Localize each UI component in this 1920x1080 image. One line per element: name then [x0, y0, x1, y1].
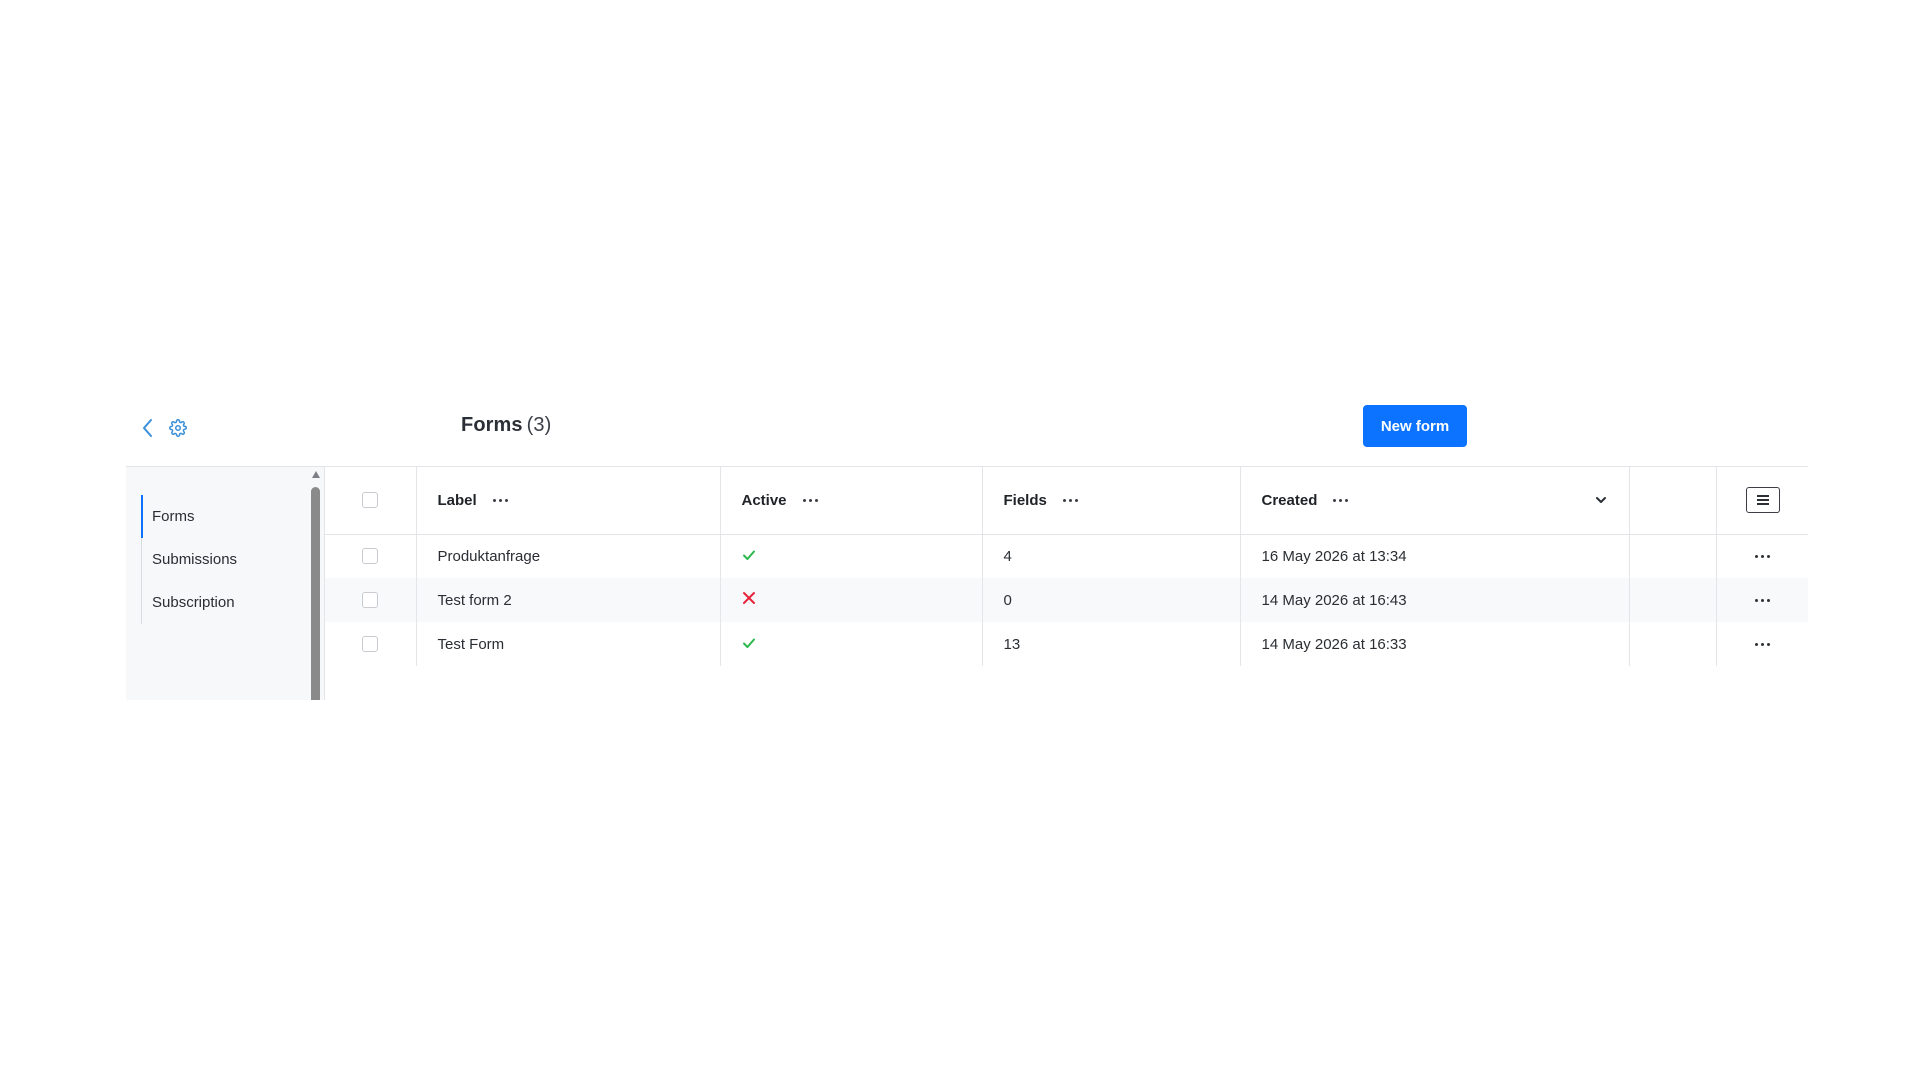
column-header-label[interactable]: Label: [416, 467, 721, 535]
select-all-checkbox[interactable]: [362, 492, 378, 509]
active-cell: [720, 622, 983, 666]
layout-toggle-button[interactable]: [1745, 487, 1780, 514]
page-title-text: Forms: [461, 414, 523, 436]
more-horizontal-icon[interactable]: [1754, 642, 1809, 646]
active-cell: [720, 534, 983, 578]
column-header-text: Fields: [1003, 491, 1047, 509]
sidebar-item-label: Subscription: [152, 594, 235, 611]
cross-icon: [742, 592, 755, 604]
column-header-text: Created: [1261, 491, 1318, 509]
forms-table: Label Active Fields Created Produktanfra…: [325, 467, 1808, 666]
layout-header-cell: [1716, 467, 1808, 535]
select-all-cell: [325, 467, 417, 535]
scroll-thumb[interactable]: [311, 487, 320, 700]
sidebar-item-label: Forms: [152, 508, 195, 525]
empty-cell: [1629, 622, 1717, 666]
back-button[interactable]: [136, 416, 160, 440]
row-checkbox[interactable]: [362, 592, 378, 608]
sidebar-item-submissions[interactable]: Submissions: [142, 538, 312, 581]
column-header-created[interactable]: Created: [1240, 467, 1630, 535]
more-horizontal-icon[interactable]: [492, 498, 508, 502]
sidebar: Forms Submissions Subscription: [126, 467, 324, 700]
check-icon: [742, 550, 755, 560]
created-cell: 14 May 2026 at 16:33: [1240, 622, 1630, 666]
table-row[interactable]: Test Form 13 14 May 2026 at 16:33: [325, 622, 1808, 666]
row-actions-cell: [1716, 578, 1808, 622]
gear-icon: [169, 419, 187, 437]
empty-cell: [1629, 534, 1717, 578]
table-header-row: Label Active Fields Created: [325, 467, 1808, 535]
more-horizontal-icon[interactable]: [1333, 498, 1349, 502]
table-row[interactable]: Produktanfrage 4 16 May 2026 at 13:34: [325, 534, 1808, 578]
check-icon: [742, 638, 755, 648]
column-header-text: Active: [741, 491, 787, 509]
form-label-cell[interactable]: Test Form: [416, 622, 721, 666]
more-horizontal-icon[interactable]: [1062, 498, 1078, 502]
sidebar-scrollbar[interactable]: [310, 467, 322, 700]
sidebar-item-label: Submissions: [152, 551, 238, 568]
empty-header-cell: [1629, 467, 1717, 535]
fields-cell: 0: [982, 578, 1241, 622]
chevron-left-icon: [143, 419, 152, 437]
more-horizontal-icon[interactable]: [1754, 598, 1809, 602]
table-row[interactable]: Test form 2 0 14 May 2026 at 16:43: [325, 578, 1808, 622]
scroll-up-arrow-icon[interactable]: [312, 471, 320, 478]
forms-count: (3): [526, 414, 552, 436]
fields-cell: 13: [982, 622, 1241, 666]
page-title: Forms (3): [461, 414, 551, 437]
row-checkbox[interactable]: [362, 636, 378, 652]
more-horizontal-icon[interactable]: [1754, 554, 1809, 558]
empty-cell: [1629, 578, 1717, 622]
more-horizontal-icon[interactable]: [802, 498, 818, 502]
column-header-text: Label: [437, 491, 477, 509]
created-cell: 16 May 2026 at 13:34: [1240, 534, 1630, 578]
sidebar-item-subscription[interactable]: Subscription: [142, 581, 312, 624]
form-label-cell[interactable]: Test form 2: [416, 578, 721, 622]
created-cell: 14 May 2026 at 16:43: [1240, 578, 1630, 622]
app: Forms (3) New form Forms Submissions Subs…: [126, 402, 1808, 700]
column-header-active[interactable]: Active: [720, 467, 983, 535]
sidebar-nav: Forms Submissions Subscription: [141, 495, 312, 624]
row-actions-cell: [1716, 622, 1808, 666]
row-checkbox[interactable]: [362, 548, 378, 565]
sidebar-item-forms[interactable]: Forms: [141, 495, 312, 538]
form-label-cell[interactable]: Produktanfrage: [416, 534, 721, 578]
page-header: Forms (3) New form: [126, 402, 1808, 467]
settings-button[interactable]: [166, 416, 190, 440]
row-actions-cell: [1716, 534, 1808, 578]
chevron-down-icon[interactable]: [1595, 496, 1607, 504]
list-layout-icon: [1756, 495, 1769, 506]
fields-cell: 4: [982, 534, 1241, 578]
forms-table-container: Label Active Fields Created Produktanfra…: [325, 467, 1808, 667]
column-header-fields[interactable]: Fields: [982, 467, 1241, 535]
active-cell: [720, 578, 983, 622]
new-form-button[interactable]: New form: [1363, 405, 1467, 447]
